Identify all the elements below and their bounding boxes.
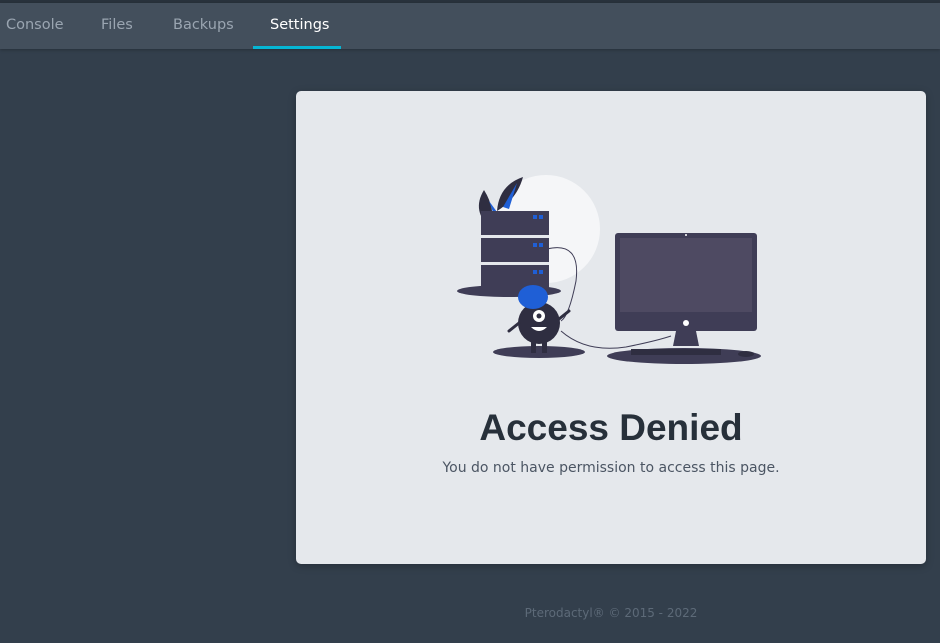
server-nav: Console Files Backups Settings [0,3,940,49]
tab-backups[interactable]: Backups [173,3,234,49]
active-tab-indicator [253,46,341,49]
server-monitor-illustration [457,175,761,364]
access-denied-card: Access Denied You do not have permission… [296,91,926,564]
tab-console[interactable]: Console [6,3,64,49]
tab-files[interactable]: Files [101,3,133,49]
tab-settings[interactable]: Settings [270,3,329,49]
permission-message: You do not have permission to access thi… [442,460,780,476]
footer-copyright: Pterodactyl® © 2015 - 2022 [524,606,698,620]
page-title: Access Denied [479,407,743,448]
